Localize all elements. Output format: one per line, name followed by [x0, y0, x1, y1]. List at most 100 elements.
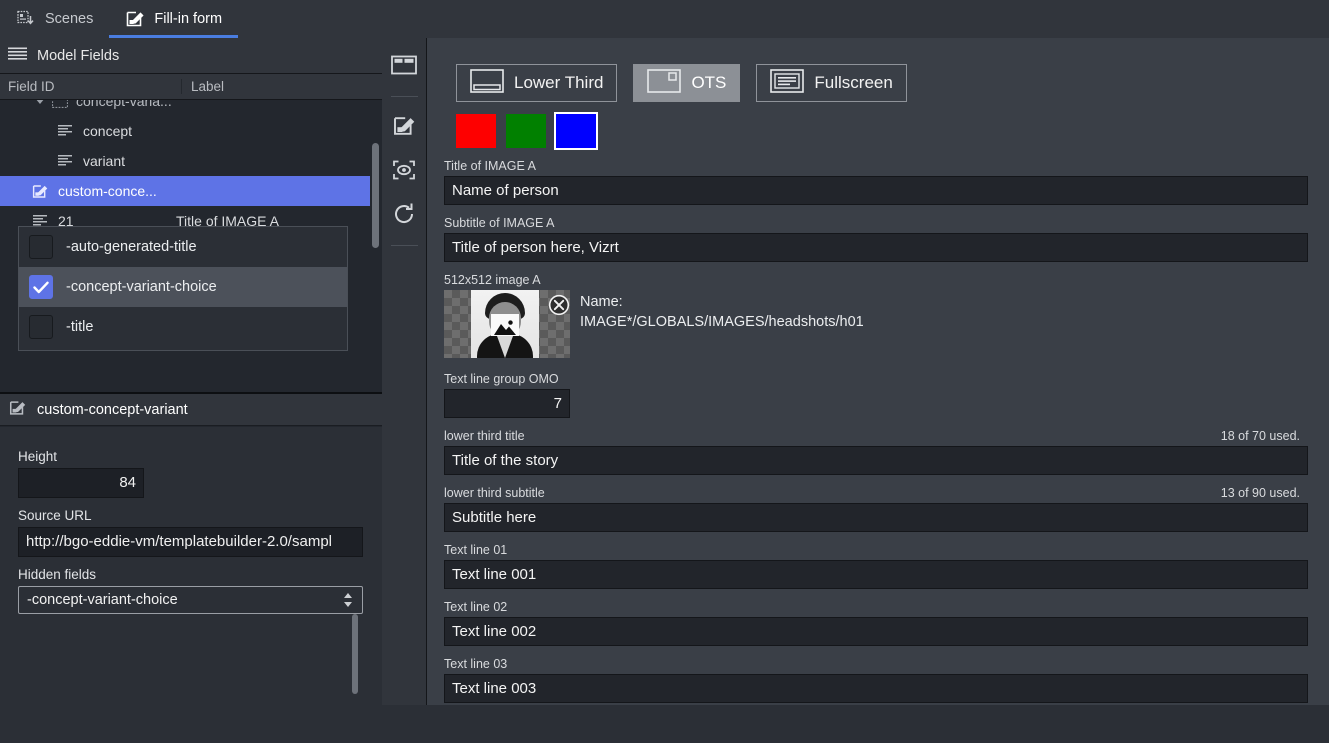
source-url-input[interactable]: http://bgo-eddie-vm/templatebuilder-2.0/… [18, 527, 363, 557]
edit-note-icon [8, 399, 27, 421]
collapse-triangle-icon[interactable] [30, 100, 50, 110]
edit-note-icon[interactable] [389, 111, 419, 141]
checkbox-checked-icon[interactable] [29, 275, 53, 299]
field-id: custom-conce... [50, 183, 370, 199]
field-list-scrollbar[interactable] [372, 143, 379, 248]
lower-third-icon [470, 69, 504, 98]
color-swatch-blue-selected[interactable] [556, 114, 596, 148]
image-thumbnail[interactable] [444, 290, 570, 358]
tab-scenes-label: Scenes [45, 11, 93, 27]
tool-icon-strip [382, 38, 427, 705]
hidden-fields-selected-value: -concept-variant-choice [27, 592, 178, 608]
template-button-ots[interactable]: OTS [633, 64, 740, 102]
form-field-text-line-03: Text line 03 Text line 003 [444, 657, 1300, 703]
checkbox-unchecked-icon[interactable] [29, 235, 53, 259]
headshot-preview [471, 290, 539, 358]
list-item[interactable]: -auto-generated-title [19, 227, 347, 267]
left-panel: Model Fields Field ID Label concept-vari… [0, 38, 382, 705]
field-label: Text line group OMO [444, 372, 1300, 386]
model-fields-header: Model Fields [0, 38, 382, 74]
title-image-a-input[interactable]: Name of person [444, 176, 1308, 205]
field-id: variant [75, 153, 382, 169]
refresh-icon[interactable] [389, 199, 419, 229]
fillin-form-icon [125, 9, 145, 29]
table-row[interactable]: variant [0, 146, 382, 176]
text-line-03-input[interactable]: Text line 003 [444, 674, 1308, 703]
tab-fill-in-form[interactable]: Fill-in form [109, 0, 238, 38]
field-label: Subtitle of IMAGE A [444, 216, 1300, 230]
fill-in-form-panel: Lower Third OTS Fullscreen [427, 38, 1329, 705]
text-lines-icon [55, 122, 75, 140]
color-swatch-row [456, 114, 1329, 148]
text-line-01-input[interactable]: Text line 001 [444, 560, 1308, 589]
table-row-selected[interactable]: custom-conce... [0, 176, 370, 206]
clear-image-icon[interactable] [548, 294, 570, 316]
template-button-fullscreen[interactable]: Fullscreen [756, 64, 906, 102]
character-counter: 18 of 70 used. [1221, 429, 1300, 443]
hidden-fields-list-scrollbar[interactable] [352, 614, 358, 694]
template-button-label: Lower Third [514, 73, 603, 93]
properties-header: custom-concept-variant [0, 392, 382, 426]
image-name-value: IMAGE*/GLOBALS/IMAGES/headshots/h01 [580, 312, 864, 332]
ots-icon [647, 69, 681, 98]
form-field-image-a: 512x512 image A [444, 273, 1300, 358]
list-item-label: -auto-generated-title [66, 239, 197, 255]
lower-third-subtitle-input[interactable]: Subtitle here [444, 503, 1308, 532]
list-item-selected[interactable]: -concept-variant-choice [19, 267, 347, 307]
properties-title: custom-concept-variant [37, 402, 188, 418]
form-field-lower-third-title: lower third title 18 of 70 used. Title o… [444, 429, 1300, 475]
image-name-label: Name: [580, 292, 864, 312]
subtitle-image-a-input[interactable]: Title of person here, Vizrt [444, 233, 1308, 262]
panel-layout-icon[interactable] [389, 50, 419, 80]
model-fields-title: Model Fields [37, 48, 119, 64]
broken-image-placeholder-icon [491, 314, 519, 336]
edit-note-icon [30, 182, 50, 200]
lower-third-title-input[interactable]: Title of the story [444, 446, 1308, 475]
character-counter: 13 of 90 used. [1221, 486, 1300, 500]
height-label: Height [18, 449, 364, 464]
checkbox-unchecked-icon[interactable] [29, 315, 53, 339]
source-url-label: Source URL [18, 508, 364, 523]
template-button-label: Fullscreen [814, 73, 892, 93]
form-field-title-image-a: Title of IMAGE A Name of person [444, 159, 1300, 205]
scenes-icon [16, 9, 36, 29]
form-field-text-line-group-omo: Text line group OMO 7 [444, 372, 1300, 418]
hidden-fields-label: Hidden fields [18, 567, 364, 582]
template-selector: Lower Third OTS Fullscreen [456, 64, 1329, 102]
table-row-clipped[interactable]: concept-varia... [0, 100, 382, 116]
column-header-field-id: Field ID [0, 79, 182, 94]
list-item[interactable]: -title [19, 307, 347, 347]
column-header-label: Label [182, 79, 382, 94]
hamburger-icon [8, 47, 27, 64]
table-row[interactable]: concept [0, 116, 382, 146]
preview-eye-icon[interactable] [389, 155, 419, 185]
divider [391, 96, 418, 97]
field-label: Text line 03 [444, 657, 1300, 671]
form-field-lower-third-subtitle: lower third subtitle 13 of 90 used. Subt… [444, 486, 1300, 532]
tab-fill-in-form-label: Fill-in form [154, 11, 222, 27]
form-field-text-line-01: Text line 01 Text line 001 [444, 543, 1300, 589]
form-field-subtitle-image-a: Subtitle of IMAGE A Title of person here… [444, 216, 1300, 262]
form-field-text-line-02: Text line 02 Text line 002 [444, 600, 1300, 646]
template-button-label: OTS [691, 73, 726, 93]
field-id: concept [75, 123, 382, 139]
tab-bar: Scenes Fill-in form [0, 0, 1329, 38]
height-input[interactable]: 84 [18, 468, 144, 498]
field-label: 512x512 image A [444, 273, 1300, 287]
tab-scenes[interactable]: Scenes [0, 0, 109, 38]
clipped-row-label: concept-varia... [70, 100, 382, 109]
template-button-lower-third[interactable]: Lower Third [456, 64, 617, 102]
list-item-label: -title [66, 319, 93, 335]
text-line-02-input[interactable]: Text line 002 [444, 617, 1308, 646]
color-swatch-green[interactable] [506, 114, 546, 148]
color-swatch-red[interactable] [456, 114, 496, 148]
hidden-fields-options-list[interactable]: -auto-generated-title -concept-variant-c… [18, 226, 348, 351]
text-lines-icon [55, 152, 75, 170]
field-label: Title of IMAGE A [444, 159, 1300, 173]
text-line-group-omo-input[interactable]: 7 [444, 389, 570, 418]
hidden-fields-select[interactable]: -concept-variant-choice [18, 586, 363, 614]
divider [391, 245, 418, 246]
list-item-label: -concept-variant-choice [66, 279, 217, 295]
fullscreen-icon [770, 69, 804, 98]
properties-body: Height 84 Source URL http://bgo-eddie-vm… [0, 427, 382, 743]
